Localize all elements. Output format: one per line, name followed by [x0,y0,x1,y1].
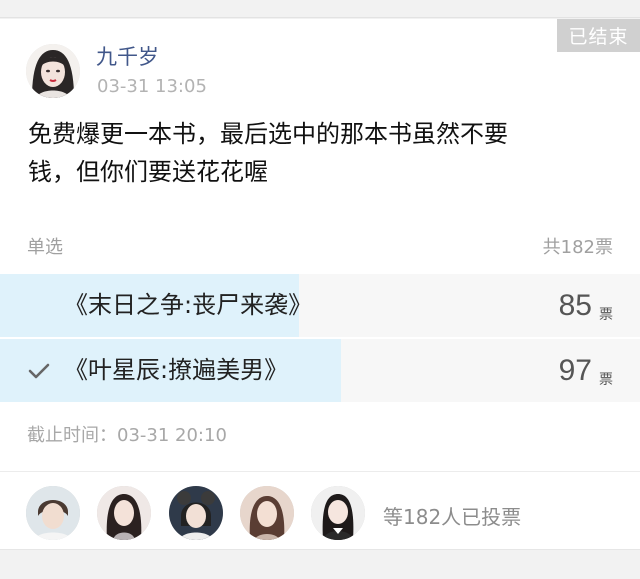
vote-count: 85 [558,289,592,322]
option-label: 《末日之争:丧尸来袭》 [64,291,313,319]
voters-summary[interactable]: 等182人已投票 [383,501,521,530]
author-avatar[interactable] [26,44,80,98]
check-icon [26,339,52,402]
vote-count: 97 [558,354,592,387]
poll-total: 共182票 [542,237,613,258]
post-text-line: 免费爆更一本书，最后选中的那本书虽然不要 [28,120,508,148]
divider [0,471,640,472]
voter-avatar[interactable] [311,486,365,540]
post-time: 03-31 13:05 [97,76,207,97]
bottom-strip [0,549,640,579]
voter-avatar[interactable] [97,486,151,540]
voter-avatar[interactable] [26,486,80,540]
voter-avatar[interactable] [240,486,294,540]
poll-type: 单选 [27,237,63,258]
vote-unit: 票 [599,372,613,388]
post-text-line: 钱，但你们要送花花喔 [28,158,268,186]
voter-avatar[interactable] [169,486,223,540]
poll-option-2[interactable]: 《叶星辰:撩遍美男》 97 票 [0,339,640,402]
top-bar [0,0,640,18]
author-name[interactable]: 九千岁 [96,41,159,71]
poll-option-1[interactable]: 《末日之争:丧尸来袭》 85 票 [0,274,640,337]
vote-unit: 票 [599,307,613,323]
poll-deadline: 截止时间：03-31 20:10 [27,425,227,446]
post-text: 免费爆更一本书，最后选中的那本书虽然不要 钱，但你们要送花花喔 [28,115,618,191]
option-label: 《叶星辰:撩遍美男》 [64,356,289,384]
poll-card: 已结束 九千岁 03-31 13:05 免费爆更一本书，最后选中的那本书虽然不要… [0,19,640,549]
status-badge: 已结束 [557,19,640,52]
